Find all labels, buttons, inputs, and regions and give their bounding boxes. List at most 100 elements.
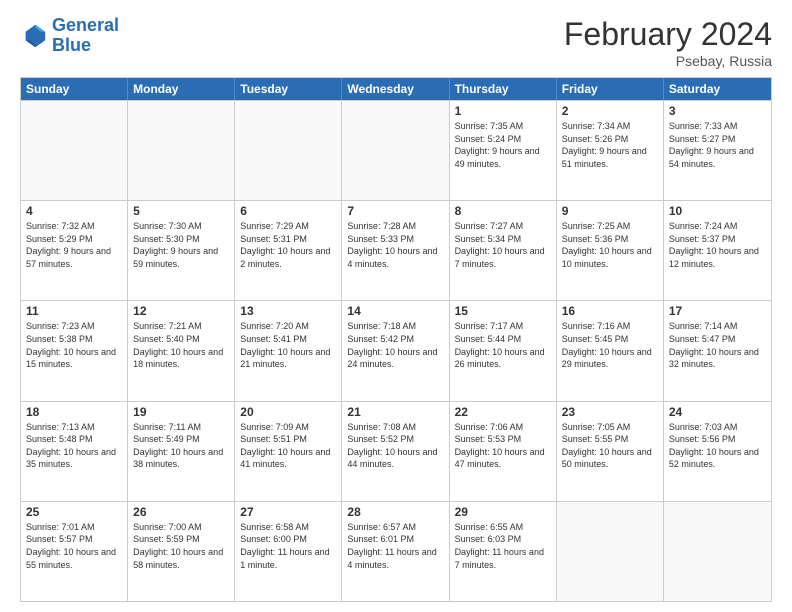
header-tuesday: Tuesday [235,78,342,100]
day-number: 1 [455,104,551,118]
cal-cell-r2-c5: 16 Sunrise: 7:16 AMSunset: 5:45 PMDayligh… [557,301,664,400]
cal-row-4: 25Sunrise: 7:01 AMSunset: 5:57 PMDayligh… [21,501,771,601]
header-thursday: Thursday [450,78,557,100]
month-title: February 2024 [564,16,772,53]
day-number: 20 [240,405,336,419]
cal-cell-r4-c5 [557,502,664,601]
day-info: Sunrise: 6:58 AMSunset: 6:00 PMDaylight:… [240,521,336,571]
day-number: 19 [133,405,229,419]
day-info: Sunrise: 7:01 AMSunset: 5:57 PMDaylight:… [26,521,122,571]
title-block: February 2024 Psebay, Russia [564,16,772,69]
day-info: Sunrise: 7:00 AMSunset: 5:59 PMDaylight:… [133,521,229,571]
day-number: 9 [562,204,658,218]
cal-cell-r4-c0: 25Sunrise: 7:01 AMSunset: 5:57 PMDayligh… [21,502,128,601]
cal-cell-r1-c5: 9Sunrise: 7:25 AMSunset: 5:36 PMDaylight… [557,201,664,300]
cal-cell-r3-c6: 24 Sunrise: 7:03 AMSunset: 5:56 PMDayligh… [664,402,771,501]
day-number: 29 [455,505,551,519]
location: Psebay, Russia [564,53,772,69]
day-number: 28 [347,505,443,519]
cal-cell-r1-c4: 8 Sunrise: 7:27 AMSunset: 5:34 PMDaylight… [450,201,557,300]
cal-cell-r1-c1: 5 Sunrise: 7:30 AMSunset: 5:30 PMDaylight… [128,201,235,300]
day-info: Sunrise: 7:35 AMSunset: 5:24 PMDaylight:… [455,120,551,170]
cal-row-2: 11 Sunrise: 7:23 AMSunset: 5:38 PMDayligh… [21,300,771,400]
day-info: Sunrise: 7:05 AMSunset: 5:55 PMDaylight:… [562,421,658,471]
cal-cell-r4-c3: 28 Sunrise: 6:57 AMSunset: 6:01 PMDayligh… [342,502,449,601]
cal-cell-r2-c3: 14 Sunrise: 7:18 AMSunset: 5:42 PMDayligh… [342,301,449,400]
cal-cell-r2-c4: 15Sunrise: 7:17 AMSunset: 5:44 PMDayligh… [450,301,557,400]
day-info: Sunrise: 7:34 AMSunset: 5:26 PMDaylight:… [562,120,658,170]
cal-cell-r2-c1: 12Sunrise: 7:21 AMSunset: 5:40 PMDayligh… [128,301,235,400]
day-info: Sunrise: 7:24 AMSunset: 5:37 PMDaylight:… [669,220,766,270]
day-number: 17 [669,304,766,318]
header-monday: Monday [128,78,235,100]
day-number: 7 [347,204,443,218]
day-number: 11 [26,304,122,318]
day-info: Sunrise: 7:09 AMSunset: 5:51 PMDaylight:… [240,421,336,471]
day-info: Sunrise: 7:33 AMSunset: 5:27 PMDaylight:… [669,120,766,170]
page: General Blue February 2024 Psebay, Russi… [0,0,792,612]
logo-line1: General [52,15,119,35]
day-info: Sunrise: 7:30 AMSunset: 5:30 PMDaylight:… [133,220,229,270]
header-sunday: Sunday [21,78,128,100]
logo: General Blue [20,16,119,56]
cal-cell-r3-c3: 21 Sunrise: 7:08 AMSunset: 5:52 PMDayligh… [342,402,449,501]
day-number: 22 [455,405,551,419]
day-info: Sunrise: 7:11 AMSunset: 5:49 PMDaylight:… [133,421,229,471]
day-info: Sunrise: 7:20 AMSunset: 5:41 PMDaylight:… [240,320,336,370]
day-number: 26 [133,505,229,519]
cal-cell-r3-c4: 22Sunrise: 7:06 AMSunset: 5:53 PMDayligh… [450,402,557,501]
day-info: Sunrise: 7:32 AMSunset: 5:29 PMDaylight:… [26,220,122,270]
day-number: 24 [669,405,766,419]
day-info: Sunrise: 7:17 AMSunset: 5:44 PMDaylight:… [455,320,551,370]
cal-cell-r0-c3 [342,101,449,200]
header: General Blue February 2024 Psebay, Russi… [20,16,772,69]
cal-cell-r4-c1: 26 Sunrise: 7:00 AMSunset: 5:59 PMDayligh… [128,502,235,601]
day-info: Sunrise: 7:21 AMSunset: 5:40 PMDaylight:… [133,320,229,370]
cal-cell-r2-c2: 13 Sunrise: 7:20 AMSunset: 5:41 PMDayligh… [235,301,342,400]
cal-cell-r3-c2: 20 Sunrise: 7:09 AMSunset: 5:51 PMDayligh… [235,402,342,501]
day-info: Sunrise: 7:29 AMSunset: 5:31 PMDaylight:… [240,220,336,270]
day-number: 21 [347,405,443,419]
day-number: 14 [347,304,443,318]
day-info: Sunrise: 6:55 AMSunset: 6:03 PMDaylight:… [455,521,551,571]
cal-cell-r4-c2: 27 Sunrise: 6:58 AMSunset: 6:00 PMDayligh… [235,502,342,601]
day-info: Sunrise: 7:08 AMSunset: 5:52 PMDaylight:… [347,421,443,471]
day-number: 27 [240,505,336,519]
day-info: Sunrise: 7:28 AMSunset: 5:33 PMDaylight:… [347,220,443,270]
day-number: 3 [669,104,766,118]
day-info: Sunrise: 7:18 AMSunset: 5:42 PMDaylight:… [347,320,443,370]
cal-cell-r1-c3: 7 Sunrise: 7:28 AMSunset: 5:33 PMDaylight… [342,201,449,300]
cal-cell-r4-c6 [664,502,771,601]
day-number: 6 [240,204,336,218]
cal-cell-r0-c1 [128,101,235,200]
day-number: 10 [669,204,766,218]
day-info: Sunrise: 7:03 AMSunset: 5:56 PMDaylight:… [669,421,766,471]
cal-cell-r3-c0: 18Sunrise: 7:13 AMSunset: 5:48 PMDayligh… [21,402,128,501]
cal-row-1: 4Sunrise: 7:32 AMSunset: 5:29 PMDaylight… [21,200,771,300]
day-info: Sunrise: 7:23 AMSunset: 5:38 PMDaylight:… [26,320,122,370]
day-number: 8 [455,204,551,218]
day-info: Sunrise: 7:13 AMSunset: 5:48 PMDaylight:… [26,421,122,471]
cal-cell-r0-c0 [21,101,128,200]
day-info: Sunrise: 7:16 AMSunset: 5:45 PMDaylight:… [562,320,658,370]
logo-line2: Blue [52,35,91,55]
day-info: Sunrise: 6:57 AMSunset: 6:01 PMDaylight:… [347,521,443,571]
day-number: 5 [133,204,229,218]
cal-cell-r1-c2: 6 Sunrise: 7:29 AMSunset: 5:31 PMDaylight… [235,201,342,300]
day-number: 2 [562,104,658,118]
day-number: 16 [562,304,658,318]
cal-row-3: 18Sunrise: 7:13 AMSunset: 5:48 PMDayligh… [21,401,771,501]
header-friday: Friday [557,78,664,100]
logo-icon [20,22,48,50]
day-info: Sunrise: 7:27 AMSunset: 5:34 PMDaylight:… [455,220,551,270]
cal-cell-r0-c2 [235,101,342,200]
calendar-header: Sunday Monday Tuesday Wednesday Thursday… [21,78,771,100]
cal-cell-r0-c4: 1 Sunrise: 7:35 AMSunset: 5:24 PMDaylight… [450,101,557,200]
day-number: 13 [240,304,336,318]
cal-cell-r2-c0: 11 Sunrise: 7:23 AMSunset: 5:38 PMDayligh… [21,301,128,400]
cal-cell-r1-c6: 10 Sunrise: 7:24 AMSunset: 5:37 PMDayligh… [664,201,771,300]
day-info: Sunrise: 7:14 AMSunset: 5:47 PMDaylight:… [669,320,766,370]
calendar-body: 1 Sunrise: 7:35 AMSunset: 5:24 PMDaylight… [21,100,771,601]
cal-cell-r1-c0: 4Sunrise: 7:32 AMSunset: 5:29 PMDaylight… [21,201,128,300]
cal-cell-r3-c5: 23Sunrise: 7:05 AMSunset: 5:55 PMDayligh… [557,402,664,501]
